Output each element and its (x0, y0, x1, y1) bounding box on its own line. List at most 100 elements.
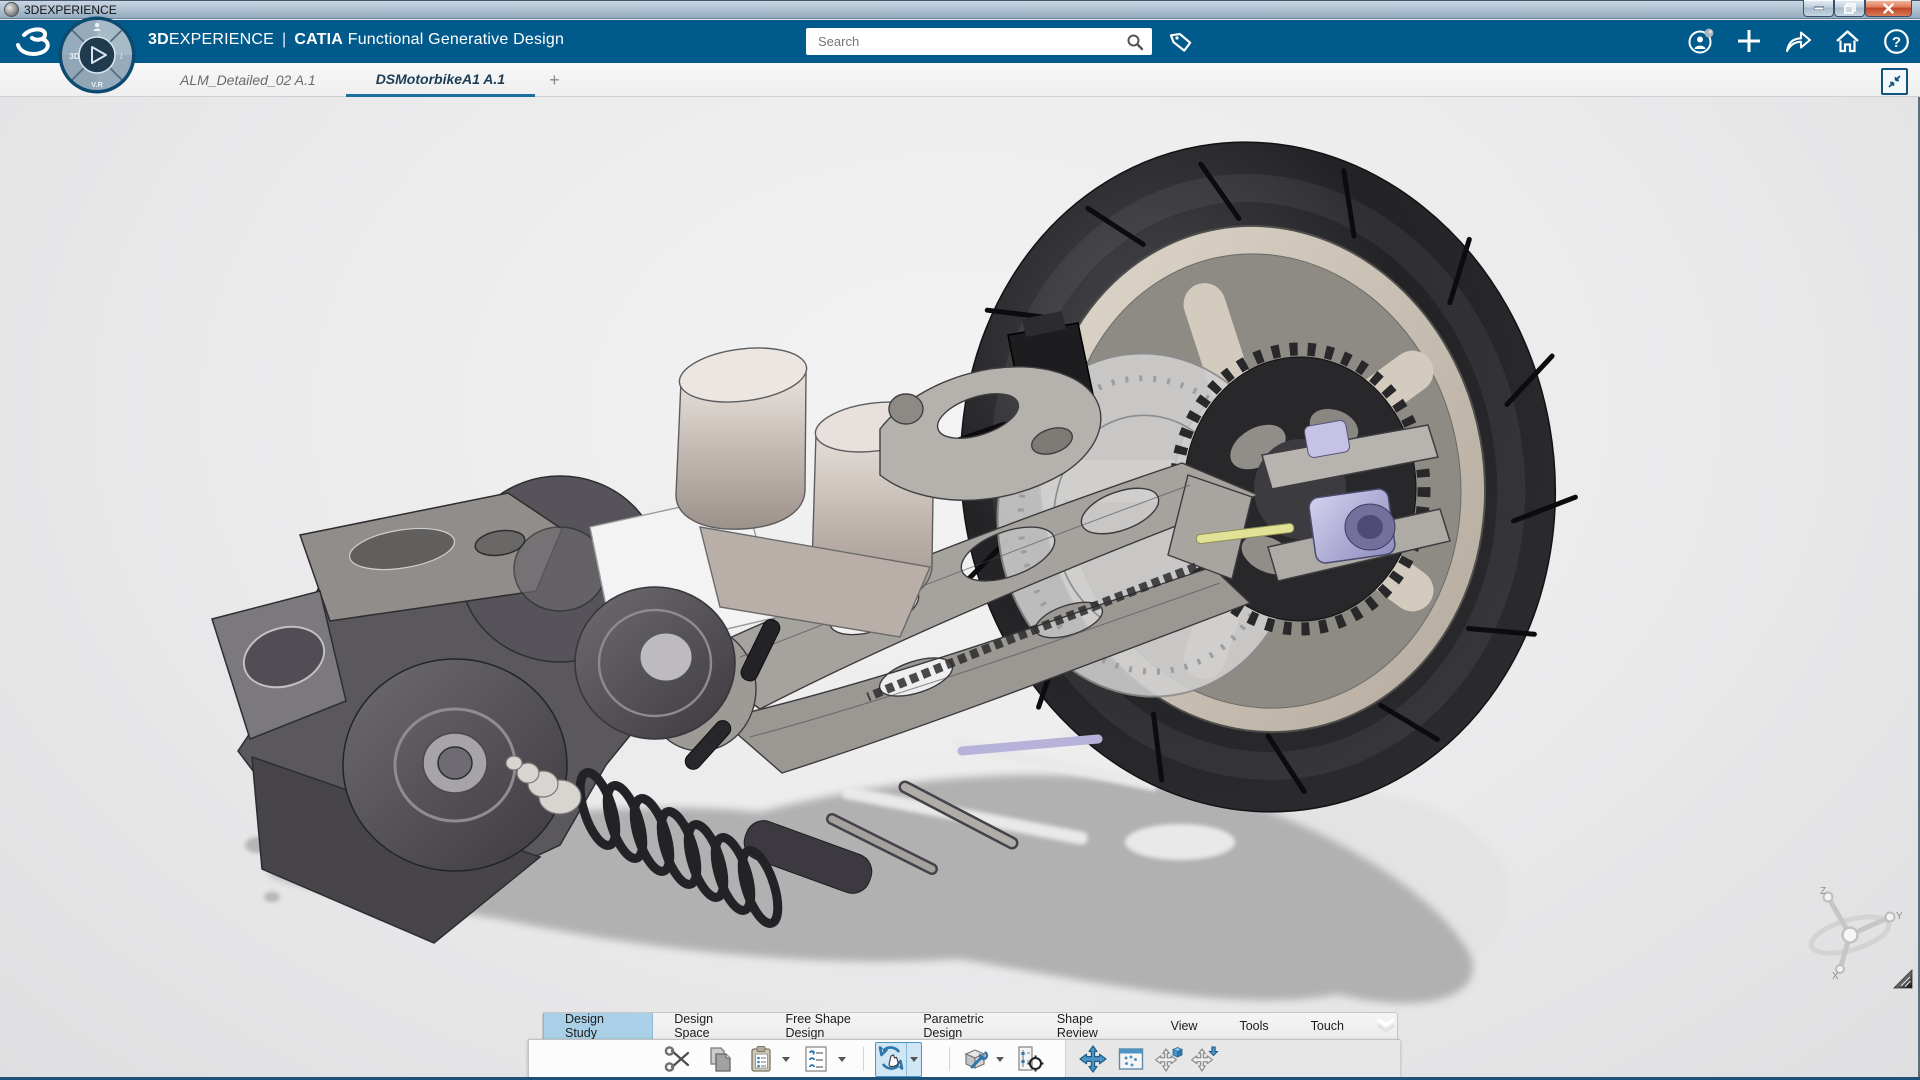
os-titlebar[interactable]: 3DEXPERIENCE (0, 0, 1920, 19)
manipulation-dropdown[interactable] (906, 1043, 921, 1076)
pan-button[interactable] (1078, 1044, 1108, 1074)
paste-button[interactable] (747, 1044, 777, 1074)
user-icon (1688, 28, 1713, 53)
document-tabbar: ALM_Detailed_02 A.1 DSMotorbikeA1 A.1 + (0, 63, 1920, 97)
arrows-pointer-icon (1191, 1046, 1219, 1072)
appbar: 3DEXPERIENCE | CATIA Functional Generative… (0, 20, 1920, 63)
plus-icon (1738, 30, 1760, 52)
action-bar: Design Study Design Space Free Shape Des… (528, 1012, 1400, 1078)
paste-options-dropdown[interactable] (779, 1050, 793, 1068)
copy-button[interactable] (705, 1044, 735, 1074)
restore-icon (1843, 2, 1856, 14)
share-button[interactable] (1784, 27, 1812, 55)
tab-tools[interactable]: Tools (1218, 1013, 1289, 1039)
tag-icon (1169, 32, 1192, 52)
3dexperience-window: { "window": { "title": "3DEXPERIENCE", "… (0, 0, 1920, 1080)
resize-grip[interactable] (1893, 969, 1913, 989)
manipulation-icon (878, 1046, 904, 1070)
search-input[interactable] (816, 33, 1126, 50)
restore-button[interactable] (1834, 0, 1865, 17)
actionbar-collapse-button[interactable] (1375, 1013, 1397, 1039)
drive-drum (574, 586, 736, 740)
component-tools-dropdown[interactable] (993, 1050, 1007, 1068)
window-dots-icon (1118, 1048, 1144, 1070)
hand-cursor-glyph (888, 1054, 899, 1068)
svg-text:?: ? (1891, 34, 1900, 51)
cut-button[interactable] (663, 1044, 693, 1074)
tab-dsmotorbikea1[interactable]: DSMotorbikeA1 A.1 (345, 63, 536, 97)
positioning-button[interactable] (1015, 1044, 1045, 1074)
collapse-arrows-icon (1888, 75, 1901, 88)
toolbar-separator (863, 1047, 864, 1071)
view-tools-panel (1065, 1040, 1400, 1077)
compass-3d-label: 3D (69, 51, 80, 61)
brand-divider: | (282, 31, 287, 48)
pan-arrows-icon (1079, 1045, 1107, 1073)
sliders-target-icon (1018, 1046, 1044, 1072)
brand-catia: CATIA (294, 31, 344, 48)
app-window-icon (4, 2, 19, 17)
compass-icon: 3D i V.R (58, 16, 136, 94)
chevron-down-icon (782, 1056, 790, 1062)
minimize-icon (1813, 6, 1824, 10)
tab-touch[interactable]: Touch (1290, 1013, 1365, 1039)
triad-z-label: Z (1820, 886, 1826, 897)
box-wrench-icon (964, 1049, 989, 1069)
new-tab-button[interactable]: + (535, 70, 574, 91)
triad-y-label: Y (1896, 911, 1902, 922)
arrows-cube-icon (1155, 1047, 1184, 1072)
viewport-3d[interactable]: Z Y X Design Study Design Space Free Sha… (0, 97, 1920, 1078)
3ds-logo (16, 27, 50, 56)
specification-list-button[interactable] (801, 1044, 831, 1074)
toolbar-separator (949, 1047, 950, 1071)
collapse-view-button[interactable] (1881, 68, 1908, 95)
help-button[interactable]: ? (1882, 27, 1910, 55)
viewpoint-window-button[interactable] (1116, 1044, 1146, 1074)
app-title: 3DEXPERIENCE | CATIA Functional Generative… (148, 31, 564, 49)
minimize-button[interactable] (1803, 0, 1834, 17)
tab-shape-review[interactable]: Shape Review (1036, 1012, 1150, 1040)
home-icon (1835, 30, 1859, 53)
share-icon (1785, 31, 1812, 53)
appbar-actions: ? (1686, 27, 1910, 55)
manipulation-tool-group (875, 1042, 922, 1077)
chevron-down-icon (996, 1056, 1004, 1062)
rotate-pointer-button[interactable] (1190, 1044, 1220, 1074)
window-controls (1803, 0, 1912, 17)
close-button[interactable] (1865, 0, 1912, 17)
tab-design-space[interactable]: Design Space (653, 1012, 764, 1040)
help-icon: ? (1883, 28, 1909, 54)
copy-icon (710, 1046, 731, 1072)
tab-free-shape-design[interactable]: Free Shape Design (764, 1012, 902, 1040)
action-bar-tabs: Design Study Design Space Free Shape Des… (542, 1012, 1398, 1040)
axis-triad[interactable]: Z Y X (1798, 885, 1902, 981)
document-tabs: ALM_Detailed_02 A.1 DSMotorbikeA1 A.1 + (150, 63, 574, 97)
tab-parametric-design[interactable]: Parametric Design (902, 1012, 1036, 1040)
brand-3d: 3D (148, 31, 169, 48)
specification-list-dropdown[interactable] (835, 1050, 849, 1068)
tab-design-study[interactable]: Design Study (543, 1012, 654, 1040)
tab-alm-detailed-02[interactable]: ALM_Detailed_02 A.1 (150, 63, 346, 97)
component-tools-button[interactable] (961, 1044, 991, 1074)
close-icon (1883, 2, 1894, 14)
action-bar-toolbar (528, 1039, 1400, 1078)
tab-view[interactable]: View (1150, 1013, 1219, 1039)
chevron-down-icon (838, 1056, 846, 1062)
search-icon[interactable] (1126, 33, 1144, 51)
3dexperience-compass[interactable]: 3D i V.R (57, 15, 137, 95)
rotate-cube-button[interactable] (1154, 1044, 1184, 1074)
manipulation-button[interactable] (876, 1043, 906, 1073)
motorbike-3d-model[interactable] (0, 97, 1920, 1077)
tags-button[interactable] (1166, 28, 1196, 55)
cut-scissors-icon (664, 1046, 690, 1072)
pushrod (957, 734, 1103, 756)
chevron-double-down-icon (1377, 1018, 1395, 1033)
user-profile-button[interactable] (1686, 27, 1714, 55)
triad-x-label: X (1832, 971, 1839, 981)
search-box (806, 28, 1152, 55)
home-button[interactable] (1833, 27, 1861, 55)
add-content-button[interactable] (1735, 27, 1763, 55)
chevron-down-icon (910, 1057, 918, 1062)
paste-icon (751, 1046, 771, 1072)
specification-list-icon (805, 1046, 827, 1072)
